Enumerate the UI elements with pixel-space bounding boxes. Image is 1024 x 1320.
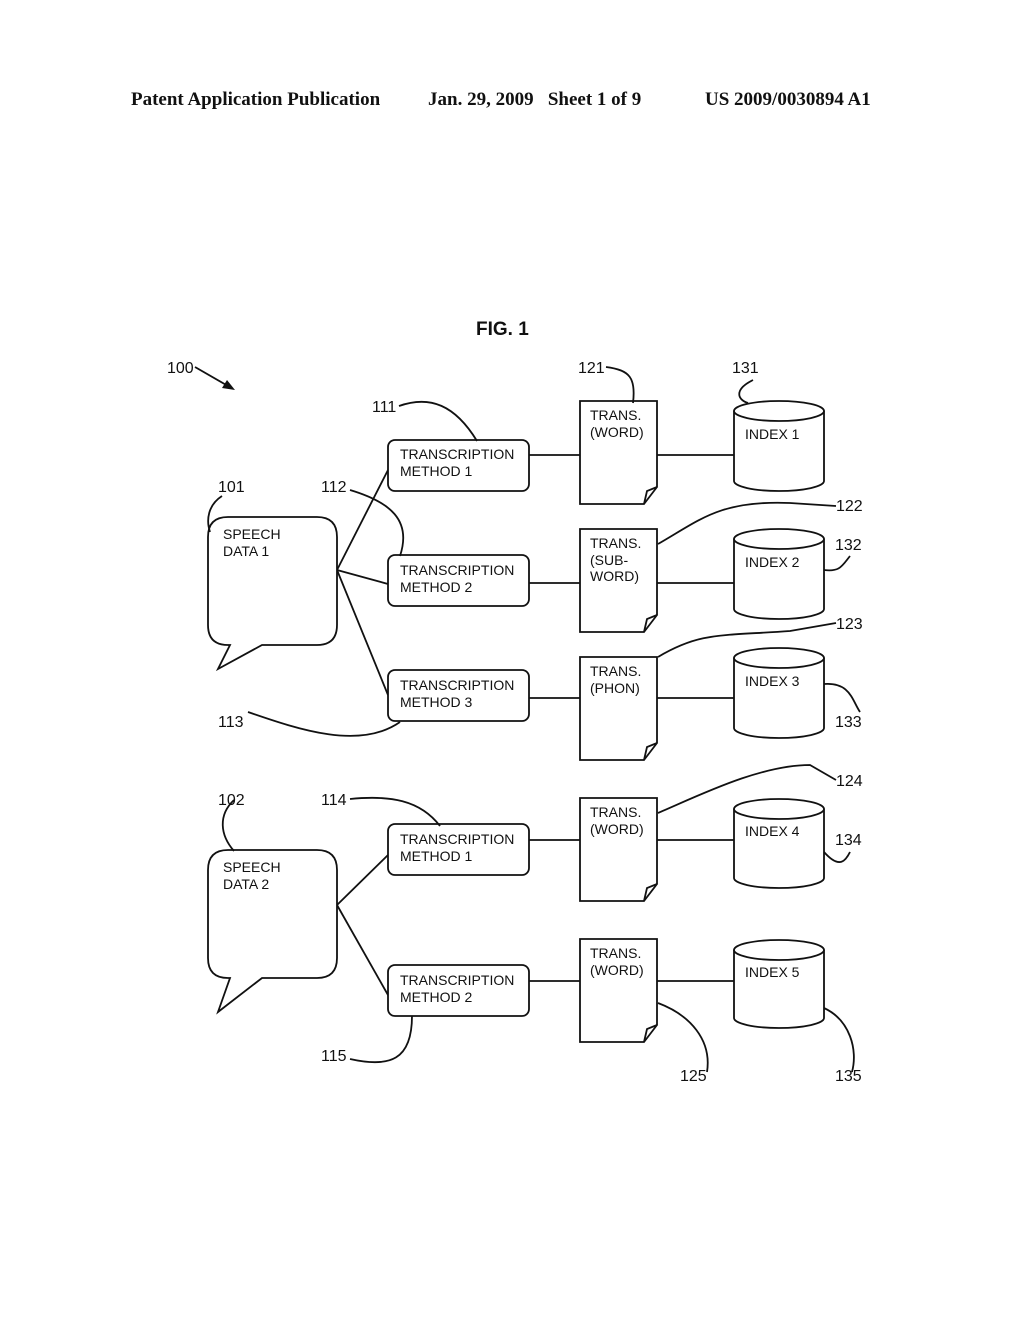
ref-133: 133 xyxy=(835,714,862,731)
method-box-111: TRANSCRIPTION METHOD 1 xyxy=(387,439,530,492)
ref-122: 122 xyxy=(836,498,863,515)
speech-1-line2: DATA 1 xyxy=(223,543,269,559)
speech-2-line1: SPEECH xyxy=(223,859,281,875)
transcript-doc-123: TRANS. (PHON) xyxy=(579,656,658,761)
ref-112: 112 xyxy=(321,479,347,496)
method-115-line1: TRANSCRIPTION xyxy=(400,972,514,988)
method-115-line2: METHOD 2 xyxy=(400,989,473,1005)
ref-123: 123 xyxy=(836,616,863,633)
speech-data-1: SPEECH DATA 1 xyxy=(207,516,338,672)
index-134-label: INDEX 4 xyxy=(745,823,800,839)
index-cylinder-133: INDEX 3 xyxy=(733,647,825,739)
ref-124: 124 xyxy=(836,773,863,790)
method-112-line2: METHOD 2 xyxy=(400,579,473,595)
index-131-label: INDEX 1 xyxy=(745,426,800,442)
ref-132: 132 xyxy=(835,537,862,554)
ref-100: 100 xyxy=(167,360,194,377)
figure-title: FIG. 1 xyxy=(476,319,529,340)
method-114-line2: METHOD 1 xyxy=(400,848,473,864)
ref-111: 111 xyxy=(372,399,396,416)
index-cylinder-131: INDEX 1 xyxy=(733,400,825,492)
ref-113: 113 xyxy=(218,714,244,731)
method-113-line1: TRANSCRIPTION xyxy=(400,677,514,693)
index-cylinder-134: INDEX 4 xyxy=(733,798,825,889)
transcript-doc-122: TRANS. (SUB- WORD) xyxy=(579,528,658,633)
transcript-doc-121: TRANS. (WORD) xyxy=(579,400,658,505)
ref-114: 114 xyxy=(321,792,347,809)
method-111-line2: METHOD 1 xyxy=(400,463,473,479)
transcript-124-line1: TRANS. xyxy=(590,804,641,820)
ref-102: 102 xyxy=(218,792,245,809)
transcript-123-line2: (PHON) xyxy=(590,680,640,696)
transcript-122-line3: WORD) xyxy=(590,568,639,584)
method-111-line1: TRANSCRIPTION xyxy=(400,446,514,462)
ref-115: 115 xyxy=(321,1048,347,1065)
figure-1-diagram: FIG. 1 100 SPEECH DATA 1 SPEECH DATA 2 T… xyxy=(167,319,863,1085)
method-box-115: TRANSCRIPTION METHOD 2 xyxy=(387,964,530,1017)
ref-121: 121 xyxy=(578,360,605,377)
method-112-line1: TRANSCRIPTION xyxy=(400,562,514,578)
index-132-label: INDEX 2 xyxy=(745,554,800,570)
method-box-112: TRANSCRIPTION METHOD 2 xyxy=(387,554,530,607)
transcript-123-line1: TRANS. xyxy=(590,663,641,679)
method-box-113: TRANSCRIPTION METHOD 3 xyxy=(387,669,530,722)
method-box-114: TRANSCRIPTION METHOD 1 xyxy=(387,823,530,876)
transcript-122-line2: (SUB- xyxy=(590,552,628,568)
transcript-125-line2: (WORD) xyxy=(590,962,644,978)
speech-1-line1: SPEECH xyxy=(223,526,281,542)
transcript-doc-124: TRANS. (WORD) xyxy=(579,797,658,902)
transcript-121-line2: (WORD) xyxy=(590,424,644,440)
index-133-label: INDEX 3 xyxy=(745,673,800,689)
method-113-line2: METHOD 3 xyxy=(400,694,473,710)
system-arrow xyxy=(194,366,235,390)
index-cylinder-135: INDEX 5 xyxy=(733,939,825,1029)
method-114-line1: TRANSCRIPTION xyxy=(400,831,514,847)
transcript-122-line1: TRANS. xyxy=(590,535,641,551)
ref-134: 134 xyxy=(835,832,862,849)
speech-2-line2: DATA 2 xyxy=(223,876,269,892)
transcript-doc-125: TRANS. (WORD) xyxy=(579,938,658,1043)
index-135-label: INDEX 5 xyxy=(745,964,800,980)
transcript-125-line1: TRANS. xyxy=(590,945,641,961)
transcript-121-line1: TRANS. xyxy=(590,407,641,423)
speech-data-2: SPEECH DATA 2 xyxy=(207,849,338,1015)
transcript-124-line2: (WORD) xyxy=(590,821,644,837)
index-cylinder-132: INDEX 2 xyxy=(733,528,825,620)
ref-101: 101 xyxy=(218,479,245,496)
ref-125: 125 xyxy=(680,1068,707,1085)
ref-131: 131 xyxy=(732,360,759,377)
ref-135: 135 xyxy=(835,1068,862,1085)
